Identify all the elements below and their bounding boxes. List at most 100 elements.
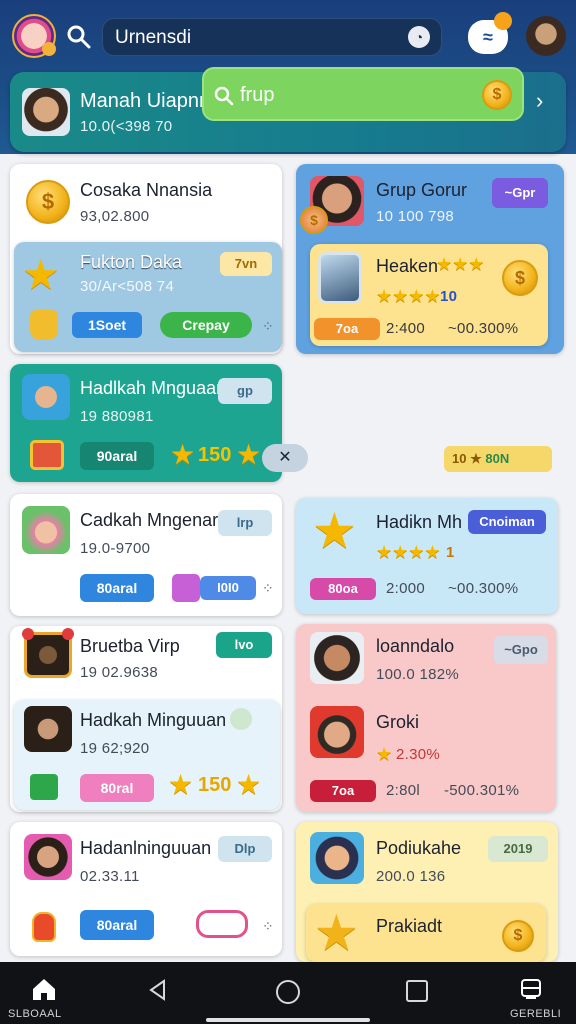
more-icon[interactable]: ⁘ [262, 918, 274, 935]
card-title: Bruetba Virp [80, 636, 180, 656]
card-avatar [24, 706, 72, 752]
stat-value: 2:000 [386, 580, 426, 597]
settings-icon[interactable] [518, 976, 544, 1002]
badge-label: lrp [236, 515, 254, 530]
score-value: 150 [198, 444, 232, 466]
card-title: Heaken [376, 256, 439, 276]
coin-icon: $ [482, 80, 512, 110]
stat-percent: ~00.300% [448, 320, 519, 337]
back-icon[interactable] [146, 978, 170, 1002]
stat-value: 2:80l [386, 782, 421, 799]
badge-label: gp [237, 383, 253, 398]
card-avatar [22, 374, 70, 420]
close-icon[interactable]: ✕ [262, 444, 308, 472]
chat-bubble-icon [230, 708, 252, 730]
card-sub: 19 880981 [80, 408, 154, 425]
badge-label: I0I0 [217, 580, 239, 595]
banner-sub: 10.0(<398 70 [80, 118, 173, 135]
reward-pill[interactable]: 10 ★ 80N [444, 446, 552, 472]
card-badge: ~Gpr [492, 178, 548, 208]
score-value: 150 [198, 774, 232, 796]
box-icon [172, 574, 200, 602]
badge-label: Dlp [234, 841, 256, 856]
card-sub: 100.0 182% [376, 666, 460, 683]
shop-icon [196, 910, 248, 938]
notification-dot [494, 12, 512, 30]
button-label: Crepay [182, 317, 230, 333]
card-avatar [310, 706, 364, 758]
play-button[interactable]: 80ral [80, 774, 154, 802]
card-title: Hadanlninguuan [80, 838, 212, 858]
card-sub: 02.33.11 [80, 868, 140, 885]
treasure-icon: ★ [314, 905, 359, 961]
stat-percent: -500.301% [444, 782, 520, 799]
stat-value: 2:400 [386, 320, 426, 337]
gift-icon [30, 440, 64, 470]
card-title: Grup Gorur [376, 180, 468, 200]
card-sub: 10 100 798 [376, 208, 455, 225]
badge-label: Cnoiman [479, 514, 535, 529]
pill-search-icon [214, 86, 234, 106]
count-pill: I0I0 [200, 576, 256, 600]
price-pill[interactable]: 7oa [310, 780, 376, 802]
red-dot-icon [62, 628, 74, 640]
star-icon: ★ [22, 251, 60, 298]
search-input-value: Urnensdi [115, 27, 192, 48]
button-label: 1Soet [87, 317, 127, 333]
banner-name: Manah Uiapnr [80, 90, 206, 112]
card-avatar [310, 832, 364, 884]
banner-avatar [22, 88, 70, 136]
play-button[interactable]: 80aral [80, 910, 154, 940]
rating-value: 10 [440, 288, 458, 305]
badge-label: 2019 [503, 841, 533, 856]
card-title: loanndalo [376, 636, 455, 656]
card-badge: lrp [218, 510, 272, 536]
chevron-right-icon[interactable]: › [536, 88, 543, 114]
card-avatar [310, 632, 364, 684]
star-icon: ★ [236, 439, 262, 470]
card-sub: 19 62;920 [80, 740, 150, 757]
star-rating: ★★★★ [376, 542, 441, 562]
card-title: Hadkah Minguuan [80, 710, 227, 730]
coin-icon: $ [26, 180, 70, 224]
card-badge: gp [218, 378, 272, 404]
more-icon[interactable]: ⁘ [262, 580, 274, 597]
more-icon[interactable]: ⁘ [262, 318, 274, 335]
nav-label-left: SLBOAAL [8, 1008, 62, 1020]
card-sub: 93,02.800 [80, 208, 150, 225]
replay-button[interactable]: Crepay [160, 312, 252, 338]
button-label: 90aral [96, 448, 138, 464]
gesture-bar [206, 1018, 370, 1022]
search-icon[interactable] [66, 24, 92, 50]
search-input[interactable]: Urnensdi [102, 18, 442, 56]
badge-label: 7oa [331, 783, 355, 798]
star-icon: ★ [376, 744, 393, 764]
price-pill[interactable]: 80oa [310, 578, 376, 600]
user-avatar[interactable] [526, 16, 566, 56]
card-avatar [22, 506, 70, 554]
card-title: Fukton Daka [80, 252, 183, 272]
rating-value: 1 [446, 544, 455, 561]
join-button[interactable]: 1Soet [72, 312, 142, 338]
recents-icon[interactable] [406, 980, 428, 1002]
card-sub: 30/Ar<508 74 [80, 278, 175, 295]
card-title: Cosaka Nnansia [80, 180, 213, 200]
voice-icon[interactable]: ◔ [408, 26, 430, 48]
coin-icon: $ [502, 920, 534, 952]
card-sub: 200.0 136 [376, 868, 446, 885]
trophy-icon [30, 310, 58, 340]
card-title: Cadkah Mngenar [80, 510, 219, 530]
nav-label-right: GEREBLI [510, 1008, 562, 1020]
star-icon: ★ [236, 769, 262, 800]
card-title: Prakiadt [376, 916, 443, 936]
banner-action-pill[interactable]: frup [202, 67, 524, 121]
coin-icon: $ [502, 260, 538, 296]
play-button[interactable]: 80aral [80, 574, 154, 602]
card-badge: Cnoiman [468, 510, 546, 534]
home-circle-icon[interactable] [276, 980, 300, 1004]
home-icon[interactable] [30, 976, 58, 1002]
card-title: Groki [376, 712, 420, 732]
price-pill[interactable]: 7oa [314, 318, 380, 340]
badge-label: 10 [452, 451, 467, 466]
play-button[interactable]: 90aral [80, 442, 154, 470]
